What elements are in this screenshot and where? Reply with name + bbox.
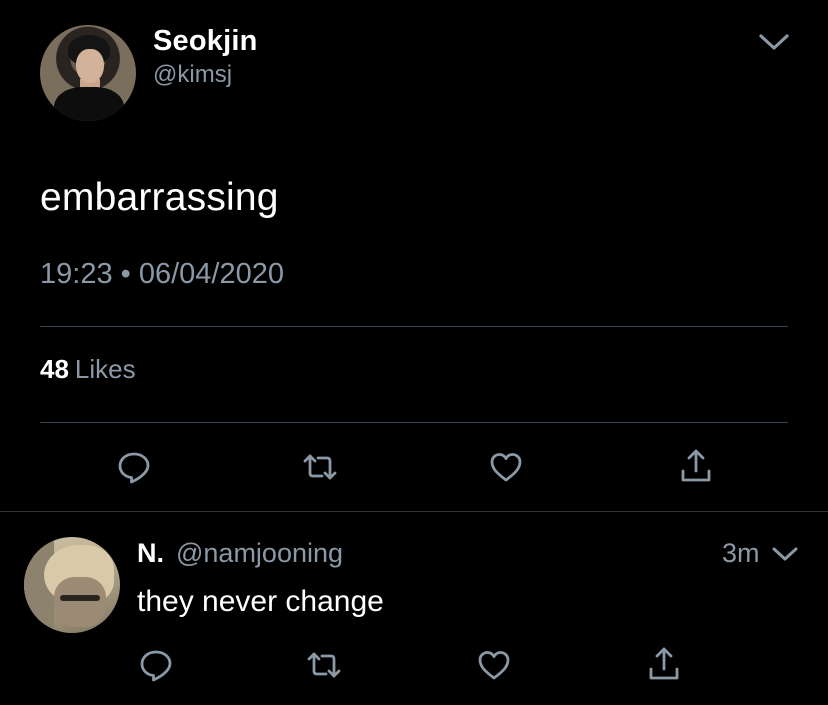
heart-icon[interactable]	[476, 647, 512, 683]
avatar[interactable]	[40, 25, 136, 121]
tweet-time[interactable]: 3m	[722, 538, 760, 569]
reply-icon[interactable]	[116, 449, 152, 485]
heart-icon[interactable]	[488, 449, 524, 485]
display-name[interactable]: N.	[137, 538, 164, 569]
share-icon[interactable]	[646, 645, 682, 681]
user-handle[interactable]: @kimsj	[153, 61, 232, 89]
divider	[0, 511, 828, 512]
retweet-icon[interactable]	[306, 647, 342, 683]
likes-count: 48	[40, 354, 69, 384]
chevron-down-icon[interactable]	[771, 544, 799, 564]
divider	[40, 326, 788, 327]
tweet-timestamp[interactable]: 19:23 • 06/04/2020	[40, 258, 284, 291]
likes-stat[interactable]: 48 Likes	[40, 354, 136, 385]
display-name[interactable]: Seokjin	[153, 25, 258, 58]
avatar[interactable]	[24, 537, 120, 633]
reply-icon[interactable]	[138, 647, 174, 683]
user-handle[interactable]: @namjooning	[176, 538, 343, 569]
retweet-icon[interactable]	[302, 449, 338, 485]
reply-text: they never change	[137, 585, 384, 618]
tweet-text: embarrassing	[40, 176, 279, 219]
share-icon[interactable]	[678, 447, 714, 483]
likes-label: Likes	[74, 354, 136, 384]
divider	[40, 422, 788, 423]
chevron-down-icon[interactable]	[757, 30, 791, 54]
